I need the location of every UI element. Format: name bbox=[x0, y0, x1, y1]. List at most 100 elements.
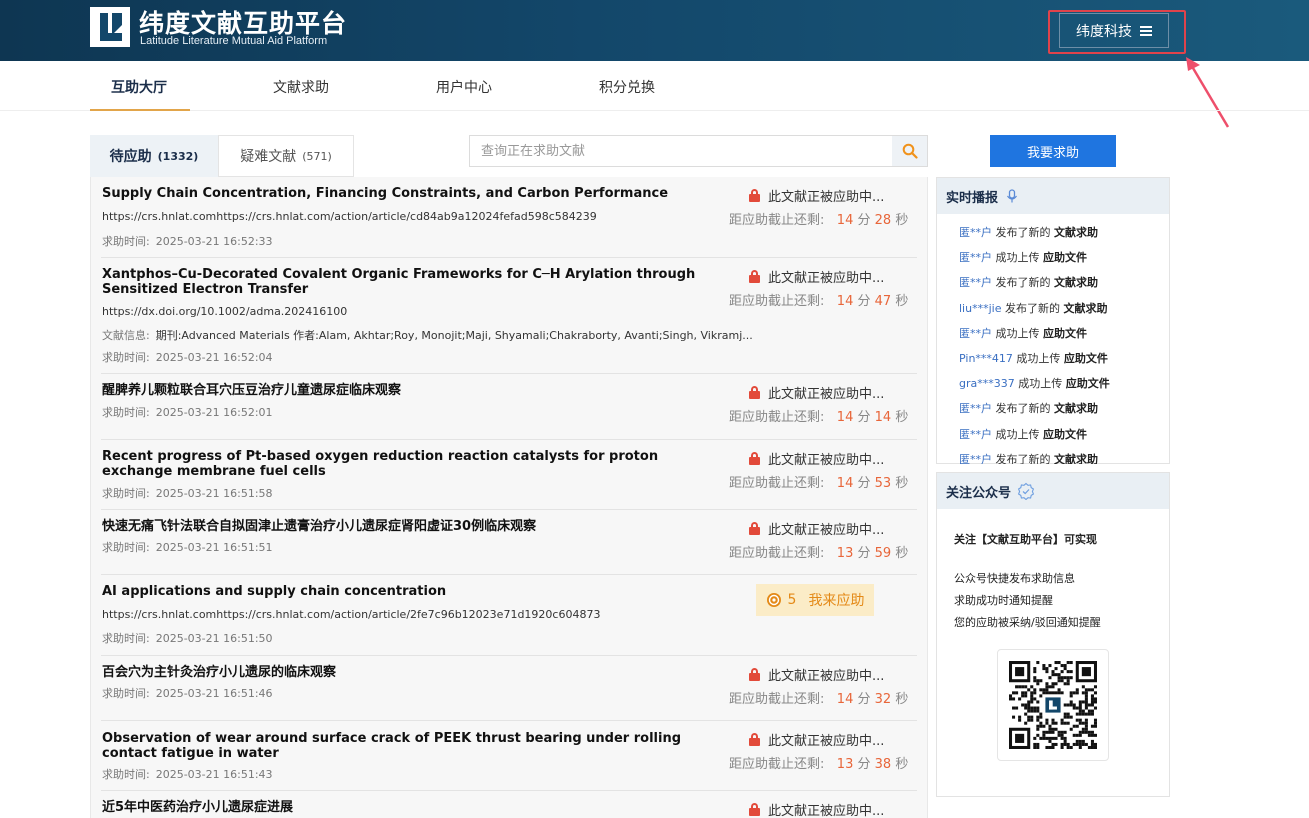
item-title[interactable]: 快速无痛飞针法联合自拟固津止遗膏治疗小儿遗尿症肾阳虚证30例临床观察 bbox=[102, 519, 717, 534]
nav-points-exchange[interactable]: 积分兑换 bbox=[599, 77, 655, 97]
broadcast-item: 匿**户 发布了新的 文献求助 bbox=[959, 451, 1098, 464]
badge-icon bbox=[1017, 482, 1035, 500]
list-item[interactable]: Observation of wear around surface crack… bbox=[101, 721, 917, 791]
respond-points: 5 bbox=[787, 592, 797, 608]
broadcast-user[interactable]: 匿**户 bbox=[959, 327, 992, 340]
item-title[interactable]: Observation of wear around surface crack… bbox=[102, 731, 717, 761]
item-time: 求助时间: 2025-03-21 16:51:58 bbox=[102, 485, 273, 501]
qr-code-image bbox=[1009, 661, 1097, 749]
tab-pending[interactable]: 待应助 (1332) bbox=[90, 135, 218, 177]
tab-pending-count: (1332) bbox=[157, 149, 199, 163]
item-status-text: 此文献正被应助中... bbox=[768, 669, 885, 684]
item-title[interactable]: AI applications and supply chain concent… bbox=[102, 584, 717, 599]
follow-panel: 关注公众号 关注【文献互助平台】可实现 公众号快捷发布求助信息 求助成功时通知提… bbox=[936, 472, 1170, 797]
countdown-sec-unit: 秒 bbox=[895, 410, 909, 425]
list-item[interactable]: Supply Chain Concentration, Financing Co… bbox=[101, 177, 917, 258]
list-item[interactable]: 百会穴为主针灸治疗小儿遗尿的临床观察 求助时间: 2025-03-21 16:51… bbox=[101, 656, 917, 721]
item-title[interactable]: Xantphos–Cu-Decorated Covalent Organic F… bbox=[102, 267, 717, 297]
search-input[interactable] bbox=[470, 136, 893, 166]
broadcast-user[interactable]: 匿**户 bbox=[959, 226, 992, 239]
follow-heading: 关注【文献互助平台】可实现 bbox=[954, 533, 1097, 546]
countdown-seconds: 59 bbox=[874, 546, 892, 561]
search-button[interactable] bbox=[892, 136, 927, 166]
broadcast-user[interactable]: 匿**户 bbox=[959, 276, 992, 289]
broadcast-target: 文献求助 bbox=[1063, 301, 1108, 315]
follow-line: 公众号快捷发布求助信息 bbox=[954, 572, 1075, 585]
broadcast-user[interactable]: Pin***417 bbox=[959, 352, 1013, 365]
broadcast-action: 发布了新的 bbox=[995, 452, 1051, 464]
item-time-label: 求助时间: bbox=[102, 487, 150, 500]
item-time: 求助时间: 2025-03-21 16:52:01 bbox=[102, 404, 273, 420]
list-item[interactable]: Xantphos–Cu-Decorated Covalent Organic F… bbox=[101, 258, 917, 374]
tab-difficult-count: (571) bbox=[302, 149, 332, 163]
list-item[interactable]: AI applications and supply chain concent… bbox=[101, 575, 917, 656]
nav-hall[interactable]: 互助大厅 bbox=[111, 77, 167, 97]
countdown-sec-unit: 秒 bbox=[895, 757, 909, 772]
item-time-label: 求助时间: bbox=[102, 235, 150, 248]
microphone-icon bbox=[1007, 189, 1017, 203]
item-url[interactable]: https://crs.hnlat.comhttps://crs.hnlat.c… bbox=[102, 210, 597, 223]
tab-difficult[interactable]: 疑难文献 (571) bbox=[218, 135, 354, 177]
search-icon bbox=[902, 143, 918, 159]
list-item[interactable]: Recent progress of Pt-based oxygen reduc… bbox=[101, 440, 917, 510]
item-title[interactable]: Supply Chain Concentration, Financing Co… bbox=[102, 186, 717, 201]
item-time-label: 求助时间: bbox=[102, 351, 150, 364]
item-title[interactable]: Recent progress of Pt-based oxygen reduc… bbox=[102, 449, 717, 479]
item-status-text: 此文献正被应助中... bbox=[768, 387, 885, 402]
list-item[interactable]: 快速无痛飞针法联合自拟固津止遗膏治疗小儿遗尿症肾阳虚证30例临床观察 求助时间:… bbox=[101, 510, 917, 575]
item-status: 此文献正被应助中... bbox=[749, 730, 884, 749]
item-countdown: 距应助截止还剩: 14 分 28 秒 bbox=[729, 209, 908, 228]
item-info-value: 期刊:Advanced Materials 作者:Alam, Akhtar;Ro… bbox=[155, 329, 753, 342]
broadcast-item: 匿**户 成功上传 应助文件 bbox=[959, 249, 1087, 265]
item-status-text: 此文献正被应助中... bbox=[768, 190, 885, 205]
lock-icon bbox=[749, 386, 760, 399]
lock-icon bbox=[749, 733, 760, 746]
item-status-text: 此文献正被应助中... bbox=[768, 453, 885, 468]
item-status-text: 此文献正被应助中... bbox=[768, 523, 885, 538]
list-item[interactable]: 醒脾养儿颗粒联合耳穴压豆治疗儿童遗尿症临床观察 求助时间: 2025-03-21 … bbox=[101, 374, 917, 440]
broadcast-action: 发布了新的 bbox=[995, 402, 1051, 416]
item-time-label: 求助时间: bbox=[102, 541, 150, 554]
broadcast-action: 成功上传 bbox=[995, 427, 1040, 441]
item-time: 求助时间: 2025-03-21 16:51:43 bbox=[102, 766, 273, 782]
broadcast-user[interactable]: liu***jie bbox=[959, 302, 1001, 315]
countdown-seconds: 32 bbox=[874, 692, 892, 707]
item-time-value: 2025-03-21 16:51:51 bbox=[155, 541, 273, 554]
countdown-sec-unit: 秒 bbox=[895, 692, 909, 707]
broadcast-user[interactable]: 匿**户 bbox=[959, 428, 992, 441]
broadcast-user[interactable]: 匿**户 bbox=[959, 402, 992, 415]
item-url[interactable]: https://crs.hnlat.comhttps://crs.hnlat.c… bbox=[102, 608, 600, 621]
countdown-label: 距应助截止还剩: bbox=[729, 757, 825, 772]
item-title[interactable]: 百会穴为主针灸治疗小儿遗尿的临床观察 bbox=[102, 665, 717, 680]
request-help-button[interactable]: 我要求助 bbox=[990, 135, 1116, 167]
countdown-label: 距应助截止还剩: bbox=[729, 546, 825, 561]
broadcast-panel: 实时播报 匿**户 发布了新的 文献求助 匿**户 成功上传 应助文件 匿**户 发… bbox=[936, 177, 1170, 464]
item-title[interactable]: 醒脾养儿颗粒联合耳穴压豆治疗儿童遗尿症临床观察 bbox=[102, 383, 717, 398]
broadcast-action: 成功上传 bbox=[995, 251, 1040, 265]
site-subtitle: Latitude Literature Mutual Aid Platform bbox=[140, 35, 328, 47]
broadcast-action: 成功上传 bbox=[1016, 352, 1061, 365]
broadcast-user[interactable]: 匿**户 bbox=[959, 251, 992, 264]
respond-button[interactable]: 5 我来应助 bbox=[756, 584, 874, 616]
list-item[interactable]: 近5年中医药治疗小儿遗尿症进展 此文献正被应助中... bbox=[101, 791, 917, 818]
item-time-label: 求助时间: bbox=[102, 406, 150, 419]
broadcast-user[interactable]: gra***337 bbox=[959, 377, 1015, 390]
nav-request[interactable]: 文献求助 bbox=[273, 77, 329, 97]
broadcast-user[interactable]: 匿**户 bbox=[959, 453, 992, 464]
countdown-seconds: 38 bbox=[874, 757, 892, 772]
logo-icon bbox=[90, 7, 130, 47]
countdown-min-unit: 分 bbox=[857, 410, 871, 425]
item-time: 求助时间: 2025-03-21 16:52:33 bbox=[102, 233, 273, 249]
broadcast-target: 应助文件 bbox=[1043, 427, 1087, 441]
item-title[interactable]: 近5年中医药治疗小儿遗尿症进展 bbox=[102, 800, 717, 815]
nav-user-center[interactable]: 用户中心 bbox=[436, 77, 492, 97]
broadcast-item: Pin***417 成功上传 应助文件 bbox=[959, 350, 1108, 366]
item-time: 求助时间: 2025-03-21 16:51:46 bbox=[102, 685, 273, 701]
item-countdown: 距应助截止还剩: 14 分 14 秒 bbox=[729, 406, 908, 425]
broadcast-item: 匿**户 发布了新的 文献求助 bbox=[959, 274, 1098, 290]
countdown-minutes: 13 bbox=[836, 546, 854, 561]
item-info: 文献信息: 期刊:Advanced Materials 作者:Alam, Akht… bbox=[102, 327, 753, 343]
item-url[interactable]: https://dx.doi.org/10.1002/adma.20241610… bbox=[102, 305, 347, 318]
request-list: Supply Chain Concentration, Financing Co… bbox=[90, 177, 928, 818]
broadcast-item: 匿**户 成功上传 应助文件 bbox=[959, 325, 1087, 341]
